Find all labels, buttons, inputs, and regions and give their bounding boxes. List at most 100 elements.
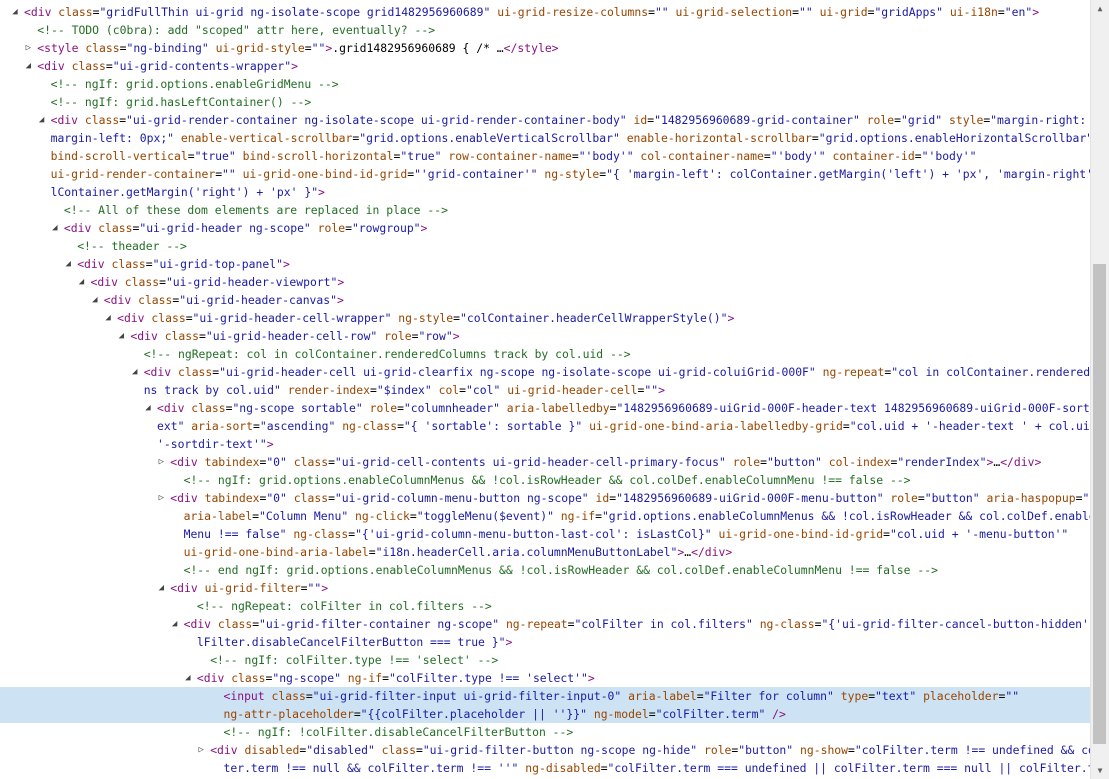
- dom-node-line[interactable]: <!-- ngRepeat: colFilter in col.filters …: [0, 597, 1090, 615]
- dom-node-line-selected[interactable]: ng-attr-placeholder="{{colFilter.placeho…: [0, 705, 1090, 723]
- attribute-name: ui-grid-style: [215, 41, 305, 55]
- expand-triangle-icon[interactable]: ◢: [183, 669, 193, 687]
- collapse-triangle-icon[interactable]: ▷: [156, 489, 166, 507]
- dom-node-line-selected[interactable]: <input class="ui-grid-filter-input ui-gr…: [0, 687, 1090, 705]
- vertical-scrollbar[interactable]: ▲ ▼: [1090, 0, 1109, 779]
- expand-triangle-icon[interactable]: ◢: [37, 111, 47, 129]
- dom-node-line[interactable]: <!-- end ngIf: grid.options.enableColumn…: [0, 561, 1090, 579]
- expand-triangle-icon[interactable]: ◢: [156, 579, 166, 597]
- dom-node-line[interactable]: ui-grid-one-bind-aria-label="i18n.header…: [0, 543, 1090, 561]
- collapse-triangle-icon[interactable]: ▷: [196, 741, 206, 759]
- expand-triangle-icon[interactable]: ◢: [23, 57, 33, 75]
- dom-node-line[interactable]: ◢ <div class = "ui-grid-render-container ng…: [0, 111, 1090, 129]
- dom-node-line[interactable]: ◢ <div class="ui-grid-contents-wrapper">: [0, 57, 1090, 75]
- dom-node-line[interactable]: <!-- ngRepeat: col in colContainer.rende…: [0, 345, 1090, 363]
- attribute-name: role: [703, 743, 732, 757]
- text-token: =: [328, 491, 335, 505]
- attribute-name: class: [151, 311, 186, 325]
- expand-triangle-icon[interactable]: ◢: [143, 399, 153, 417]
- tag-token: <div: [90, 275, 118, 289]
- expand-triangle-icon[interactable]: ◢: [77, 273, 87, 291]
- text-token: =: [105, 59, 113, 73]
- attribute-name: ng-show: [800, 743, 849, 757]
- dom-node-line[interactable]: ◢ <div class = "ui-grid-filter-container ng…: [0, 615, 1090, 633]
- expand-triangle-icon[interactable]: ◢: [63, 255, 73, 273]
- dom-node-line[interactable]: margin-left: 0px;" enable-vertical-scrol…: [0, 129, 1090, 147]
- dom-node-line[interactable]: ▷ <div tabindex="0" class="ui-grid-cell-c…: [0, 453, 1090, 471]
- dom-node-line[interactable]: ▷ <div tabindex="0" class="ui-grid-column…: [0, 489, 1090, 507]
- attribute-name: col: [438, 383, 460, 397]
- expand-triangle-icon[interactable]: ◢: [103, 309, 113, 327]
- text-token: =: [609, 401, 617, 415]
- expand-triangle-icon[interactable]: ◢: [50, 219, 60, 237]
- attribute-value: "colFilter in col.filters": [574, 617, 753, 631]
- dom-node-line[interactable]: ◢ <div class = "gridFullThin ui-grid ng-iso…: [0, 3, 1090, 21]
- scroll-up-arrow-icon[interactable]: ▲: [1091, 0, 1109, 17]
- dom-node-line[interactable]: lFilter.disableCancelFilterButton === tr…: [0, 633, 1090, 651]
- dom-node-line[interactable]: ◢ <div class="ui-grid-header-cell-wrapper…: [0, 309, 1090, 327]
- dom-node-line[interactable]: ext" aria-sort="ascending" ng-class="{ '…: [0, 417, 1090, 435]
- dom-node-line[interactable]: <!-- ngIf: colFilter.type !== 'select' -…: [0, 651, 1090, 669]
- dom-node-line[interactable]: ter.term !== null && colFilter.term !== …: [0, 759, 1091, 777]
- dom-node-line[interactable]: <!-- ngIf: grid.options.enableGridMenu -…: [0, 75, 1090, 93]
- dom-node-line[interactable]: ◢ <div class = "ui-grid-header ng-scope" ro…: [0, 219, 1090, 237]
- text-token: =: [648, 5, 655, 19]
- text-token: =: [600, 761, 608, 775]
- comment-text: <!-- ngRepeat: colFilter in col.filters …: [196, 599, 492, 613]
- attribute-value: "{ 'margin-left': colContainer.getMargin…: [606, 167, 1090, 181]
- expand-triangle-icon[interactable]: ◢: [10, 3, 20, 21]
- dom-node-line[interactable]: ◢ <div ui-grid-filter="">: [0, 579, 1090, 597]
- expand-triangle-icon[interactable]: ◢: [130, 363, 140, 381]
- dom-node-line[interactable]: ◢ <div class="ui-grid-header-canvas">: [0, 291, 1090, 309]
- dom-node-line[interactable]: '-sortdir-text'">: [0, 435, 1090, 453]
- dom-node-line[interactable]: ◢ <div class="ui-grid-top-panel">: [0, 255, 1090, 273]
- text-token: =: [409, 509, 417, 523]
- attribute-value: ns track by col.uid": [143, 383, 281, 397]
- dom-node-line[interactable]: bind-scroll-vertical="true" bind-scroll-…: [0, 147, 1090, 165]
- dom-node-line[interactable]: ▷ <div disabled="disabled" class="ui-grid…: [0, 741, 1090, 759]
- attribute-name: tabindex: [204, 491, 260, 505]
- attribute-name: style: [949, 113, 984, 127]
- dom-node-line[interactable]: <!-- All of these dom elements are repla…: [0, 201, 1090, 219]
- dom-node-line[interactable]: <!-- TODO (c0bra): add "scoped" attr her…: [0, 21, 1090, 39]
- dom-node-line[interactable]: ◢ <div class="ui-grid-header-cell-row" ro…: [0, 327, 1090, 345]
- dom-node-line[interactable]: <!-- ngIf: !colFilter.disableCancelFilte…: [0, 723, 1090, 741]
- dom-node-text: <!-- ngIf: grid.options.enableGridMenu -…: [51, 75, 339, 93]
- text-token: =: [914, 149, 922, 163]
- dom-node-line[interactable]: ◢ <div class="ng-scope sortable" role="co…: [0, 399, 1090, 417]
- dom-node-line[interactable]: <!-- ngIf: grid.options.enableColumnMenu…: [0, 471, 1090, 489]
- dom-node-line[interactable]: ◢ <div class="ui-grid-header-cell ui-grid…: [0, 363, 1090, 381]
- attribute-value: lContainer.getMargin('right') + 'px' }": [50, 185, 319, 199]
- attribute-name: ui-grid-one-bind-id-grid: [718, 527, 884, 541]
- dom-node-line[interactable]: ui-grid-render-container="" ui-grid-one-…: [0, 165, 1090, 183]
- expand-triangle-icon[interactable]: ◢: [170, 615, 180, 633]
- dom-node-line[interactable]: ◢ <div class="ng-scope" ng-if="colFilter.…: [0, 669, 1090, 687]
- dom-node-line[interactable]: lContainer.getMargin('right') + 'px' }">: [0, 183, 1090, 201]
- scroll-down-arrow-icon[interactable]: ▼: [1091, 762, 1109, 779]
- dom-node-line[interactable]: ▷ <style class = "ng-binding" ui-grid-style…: [0, 39, 1090, 57]
- attribute-name: class: [124, 275, 160, 289]
- dom-node-line[interactable]: Menu !== false" ng-class = "{'ui-grid-colu…: [0, 525, 1090, 543]
- expand-triangle-icon[interactable]: ◢: [90, 291, 100, 309]
- scrollbar-thumb[interactable]: [1093, 264, 1106, 744]
- attribute-value: "gridApps": [874, 5, 944, 19]
- dom-node-line[interactable]: aria-label="Column Menu" ng-click="toggl…: [0, 507, 1090, 525]
- attribute-name: ng-attr-placeholder: [223, 707, 354, 721]
- collapse-triangle-icon[interactable]: ▷: [23, 39, 33, 57]
- attribute-name: class: [85, 41, 120, 55]
- comment-text: <!-- ngIf: !colFilter.disableCancelFilte…: [223, 725, 574, 739]
- comment-text: <!-- ngIf: grid.options.enableGridMenu -…: [50, 77, 339, 91]
- dom-node-line[interactable]: ns track by col.uid" render-index="$inde…: [0, 381, 1090, 399]
- attribute-name: class: [177, 365, 213, 379]
- expand-triangle-icon[interactable]: ◢: [116, 327, 126, 345]
- collapse-triangle-icon[interactable]: ▷: [156, 453, 166, 471]
- tag-token: >: [321, 581, 329, 595]
- dom-node-line[interactable]: <!-- theader -->: [0, 237, 1090, 255]
- dom-node-line[interactable]: ◢ <div class="ui-grid-header-viewport">: [0, 273, 1090, 291]
- dom-node-line[interactable]: <!-- ngIf: grid.hasLeftContainer() -->: [0, 93, 1090, 111]
